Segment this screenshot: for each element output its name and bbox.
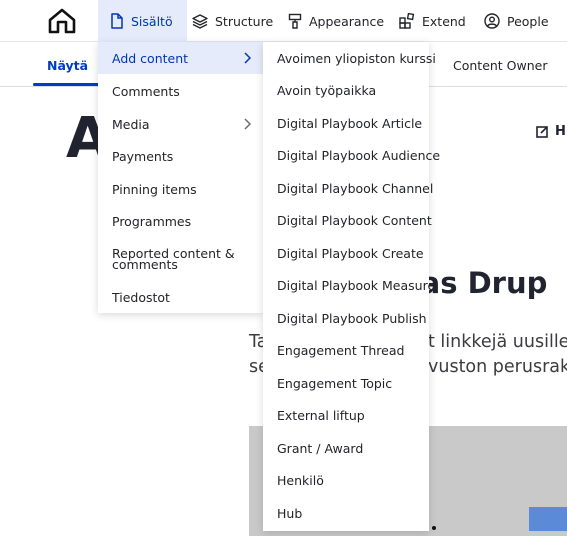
- user-circle-icon: [484, 13, 500, 29]
- menu-item-tiedostot[interactable]: Tiedostot: [98, 281, 263, 313]
- menu-item-comments[interactable]: Comments: [98, 75, 263, 107]
- nav-appearance[interactable]: Appearance: [288, 0, 384, 42]
- chevron-right-icon: [244, 118, 251, 130]
- nav-appearance-label: Appearance: [309, 13, 385, 29]
- nav-structure-label: Structure: [215, 13, 274, 29]
- submenu-item[interactable]: Digital Playbook Content: [263, 205, 432, 237]
- menu-item-label: Payments: [112, 148, 174, 164]
- submenu-item[interactable]: Digital Playbook Article: [263, 107, 429, 139]
- submenu-item[interactable]: Digital Playbook Audience: [263, 140, 440, 172]
- tab-content-owner[interactable]: Content Owner: [453, 43, 548, 87]
- submenu-item[interactable]: Engagement Thread: [263, 335, 429, 367]
- nav-content-label: Sisältö: [131, 13, 173, 29]
- nav-content[interactable]: Sisältö: [98, 0, 187, 42]
- submenu-item[interactable]: Digital Playbook Measure: [263, 270, 435, 302]
- submenu-item[interactable]: External liftup: [263, 400, 429, 432]
- menu-item-reported-content[interactable]: Reported content & comments: [98, 239, 248, 279]
- nav-structure[interactable]: Structure: [192, 0, 273, 42]
- paint-roller-icon: [288, 13, 302, 29]
- submenu-item[interactable]: Engagement Topic: [263, 367, 429, 399]
- content-dropdown-menu: Add content Comments Media Payments Pinn…: [98, 42, 263, 313]
- submenu-item[interactable]: Hub: [263, 497, 429, 529]
- menu-item-pinning-items[interactable]: Pinning items: [98, 173, 263, 205]
- floating-action-thumb[interactable]: [529, 507, 567, 531]
- menu-item-payments[interactable]: Payments: [98, 140, 263, 172]
- home-icon[interactable]: [48, 8, 76, 34]
- submenu-item[interactable]: Grant / Award: [263, 432, 429, 464]
- edit-link[interactable]: H: [536, 124, 566, 139]
- menu-item-label: Reported content & comments: [112, 246, 235, 272]
- menu-item-add-content[interactable]: Add content: [98, 42, 263, 74]
- tab-view[interactable]: Näytä: [32, 43, 103, 87]
- add-content-submenu: Avoimen yliopiston kurssi Avoin työpaikk…: [263, 42, 440, 531]
- chevron-right-icon: [244, 52, 251, 64]
- submenu-item[interactable]: Digital Playbook Channel: [263, 172, 433, 204]
- menu-item-label: Tiedostot: [112, 289, 170, 305]
- body-text-2b: vuston perusrake: [428, 357, 567, 377]
- submenu-item[interactable]: Avoimen yliopiston kurssi: [263, 42, 436, 74]
- puzzle-icon: [399, 13, 415, 29]
- menu-item-programmes[interactable]: Programmes: [98, 205, 263, 237]
- layers-icon: [192, 14, 208, 29]
- edit-icon: [536, 126, 548, 138]
- submenu-item[interactable]: Digital Playbook Publish: [263, 302, 429, 334]
- edit-link-label: H: [555, 124, 566, 139]
- submenu-item[interactable]: Avoin työpaikka: [263, 75, 429, 107]
- document-icon: [111, 13, 123, 29]
- submenu-item[interactable]: Henkilö: [263, 465, 429, 497]
- menu-item-media[interactable]: Media: [98, 108, 263, 140]
- menu-item-label: Pinning items: [112, 181, 197, 197]
- nav-people-label: People: [507, 13, 549, 29]
- image-marker: [432, 526, 436, 530]
- nav-extend[interactable]: Extend: [399, 0, 466, 42]
- menu-item-label: Programmes: [112, 213, 192, 229]
- menu-item-label: Media: [112, 116, 150, 132]
- nav-people[interactable]: People: [484, 0, 549, 42]
- menu-item-label: Add content: [112, 50, 189, 66]
- body-text-1b: t linkkejä uusille a: [428, 332, 567, 352]
- admin-toolbar: Sisältö Structure Appearance Extend Peop…: [0, 0, 567, 42]
- submenu-item[interactable]: Digital Playbook Create: [263, 237, 429, 269]
- nav-extend-label: Extend: [422, 13, 466, 29]
- menu-item-label: Comments: [112, 83, 180, 99]
